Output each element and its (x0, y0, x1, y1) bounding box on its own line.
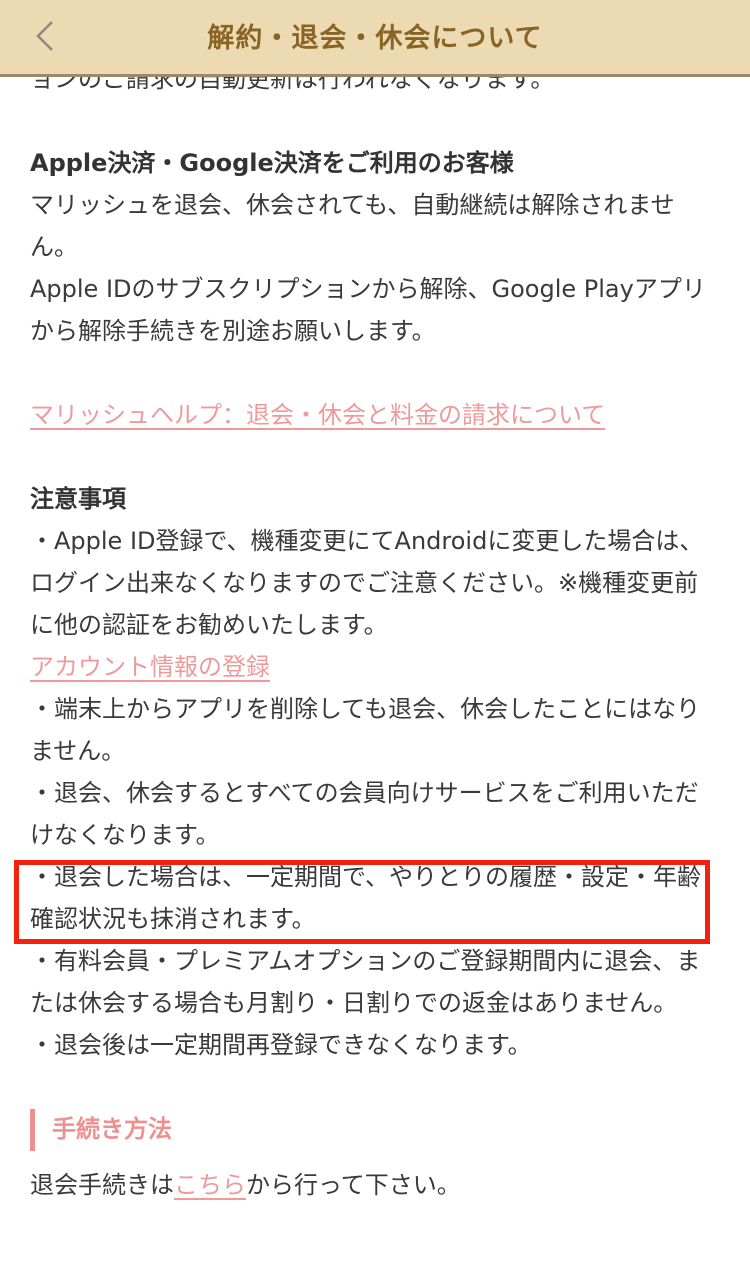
help-link[interactable]: マリッシュヘルプ：退会・休会と料金の請求について (30, 401, 605, 429)
notes-heading: 注意事項 (30, 485, 126, 513)
section-accent-bar (30, 1109, 35, 1151)
procedure-heading: 手続き方法 (30, 1108, 720, 1151)
account-info-link[interactable]: アカウント情報の登録 (30, 653, 270, 681)
page-title: 解約・退会・休会について (207, 23, 543, 54)
procedure-text-after: から行って下さい。 (246, 1171, 461, 1199)
apple-google-heading: Apple決済・Google決済をご利用のお客様 (30, 149, 514, 177)
procedure-text: 退会手続きはこちらから行って下さい。 (30, 1164, 720, 1206)
withdraw-here-link[interactable]: こちら (174, 1171, 246, 1199)
content-body: ョンのご請求の自動更新は行われなくなります。 Apple決済・Google決済を… (30, 58, 720, 1206)
procedure-text-before: 退会手続きは (30, 1171, 174, 1199)
note-item: ・退会、休会するとすべての会員向けサービスをご利用いただけなくなります。 (30, 779, 699, 849)
procedure-heading-text: 手続き方法 (52, 1115, 172, 1143)
note-item: ・退会後は一定期間再登録できなくなります。 (30, 1031, 532, 1059)
note-item: ・有料会員・プレミアムオプションのご登録期間内に退会、または休会する場合も月割り… (30, 947, 701, 1017)
app-header: 解約・退会・休会について (0, 0, 750, 77)
note-item: ・端末上からアプリを削除しても退会、休会したことにはなりません。 (30, 695, 701, 765)
note-item-highlighted: ・退会した場合は、一定期間で、やりとりの履歴・設定・年齢確認状況も抹消されます。 (30, 863, 702, 933)
apple-google-text-1: マリッシュを退会、休会されても、自動継続は解除されません。 (30, 191, 675, 261)
apple-google-text-2: Apple IDのサブスクリプションから解除、Google Playアプリから解… (30, 275, 706, 345)
note-item: ・Apple ID登録で、機種変更にてAndroidに変更した場合は、ログイン出… (30, 527, 704, 639)
